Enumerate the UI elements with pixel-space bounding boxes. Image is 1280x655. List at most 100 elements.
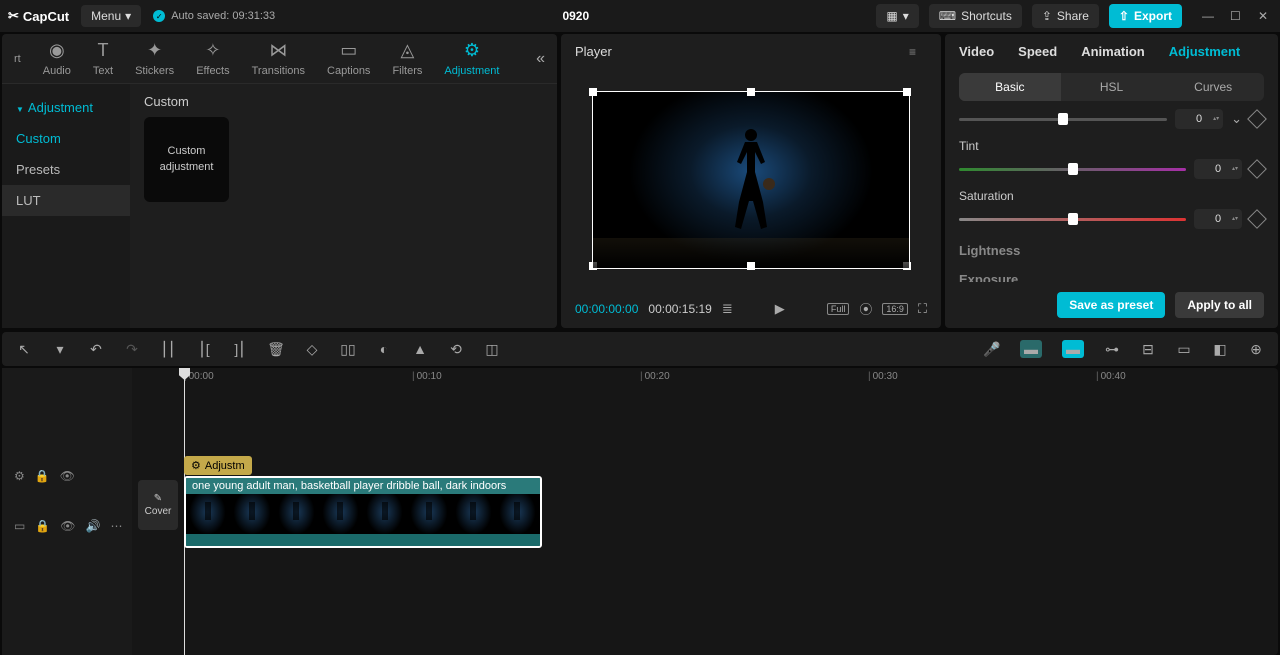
tab-adjustment-right[interactable]: Adjustment xyxy=(1169,44,1241,59)
collapse-icon[interactable]: « xyxy=(536,50,545,68)
stepper-icon[interactable]: ▴▾ xyxy=(1211,109,1221,129)
speaker-icon[interactable]: 🔊 xyxy=(86,519,101,533)
apply-all-button[interactable]: Apply to all xyxy=(1175,292,1264,318)
mic-icon[interactable]: 🎤 xyxy=(984,341,1000,357)
tab-transitions[interactable]: ⋈Transitions xyxy=(252,40,305,77)
share-button[interactable]: ⇪Share xyxy=(1032,4,1099,28)
timeline-toolbar: ↖ ▾ ↶ ↷ ⎮⎮ ⎮[ ]⎮ 🗑 ◇ ▯▯ ◐ ▲ ⟲ ◫ 🎤 ▬ ▬ ⊶ … xyxy=(2,332,1278,366)
tab-captions[interactable]: ▭Captions xyxy=(327,40,370,77)
chevron-down-icon[interactable]: ▾ xyxy=(52,341,68,357)
delete-icon[interactable]: 🗑 xyxy=(268,341,284,357)
slider-thumb[interactable] xyxy=(1068,163,1078,175)
num-top[interactable]: 0▴▾ xyxy=(1175,109,1223,129)
sidebar-item-adjustment[interactable]: ▼Adjustment xyxy=(2,92,130,123)
save-preset-button[interactable]: Save as preset xyxy=(1057,292,1165,318)
minimize-icon[interactable]: — xyxy=(1202,9,1216,23)
player-viewport[interactable] xyxy=(561,69,941,291)
chevron-down-icon[interactable]: ⌄ xyxy=(1231,111,1242,127)
stepper-icon[interactable]: ▴▾ xyxy=(1230,209,1240,229)
lock-icon[interactable]: 🔒 xyxy=(35,469,50,483)
eye-icon[interactable]: 👁 xyxy=(60,469,75,483)
preview-icon[interactable]: ▭ xyxy=(1176,341,1192,357)
export-button[interactable]: ⇧Export xyxy=(1109,4,1182,28)
num-saturation[interactable]: 0▴▾ xyxy=(1194,209,1242,229)
sidebar-item-custom[interactable]: Custom xyxy=(2,123,130,154)
num-tint[interactable]: 0▴▾ xyxy=(1194,159,1242,179)
sidebar-item-lut[interactable]: LUT xyxy=(2,185,130,216)
slider-top[interactable] xyxy=(959,118,1167,121)
logo-text: CapCut xyxy=(23,9,69,24)
subtab-hsl[interactable]: HSL xyxy=(1061,73,1163,101)
timeline-body[interactable]: 00:00 00:10 00:20 00:30 00:40 ⚙ Adjustm … xyxy=(132,368,1278,655)
undo-icon[interactable]: ↶ xyxy=(88,341,104,357)
subtab-basic[interactable]: Basic xyxy=(959,73,1061,101)
list-icon[interactable]: ≣ xyxy=(722,301,733,317)
video-clip[interactable]: one young adult man, basketball player d… xyxy=(184,476,542,548)
titlebar-right: ▦▾ ⌨Shortcuts ⇪Share ⇧Export — ☐ ✕ xyxy=(876,4,1272,28)
tab-speed[interactable]: Speed xyxy=(1018,44,1057,59)
slider-tint[interactable] xyxy=(959,168,1186,171)
crop-icon[interactable]: ◫ xyxy=(484,341,500,357)
video-frame[interactable] xyxy=(592,91,910,269)
marker-icon[interactable]: ◧ xyxy=(1212,341,1228,357)
link-track-icon[interactable]: ▬ xyxy=(1062,340,1084,358)
adjustment-clip[interactable]: ⚙ Adjustm xyxy=(184,456,252,475)
stepper-icon[interactable]: ▴▾ xyxy=(1230,159,1240,179)
tab-effects[interactable]: ✧Effects xyxy=(196,40,229,77)
cover-button[interactable]: ✎ Cover xyxy=(138,480,178,530)
split-right-icon[interactable]: ]⎮ xyxy=(232,341,248,357)
chevron-down-icon: ▾ xyxy=(903,9,909,23)
tab-rt[interactable]: rt xyxy=(14,53,21,65)
rotate-icon[interactable]: ⟲ xyxy=(448,341,464,357)
ratio-button[interactable]: 16:9 xyxy=(882,303,908,315)
magnet-icon[interactable]: ▬ xyxy=(1020,340,1042,358)
mirror-icon[interactable]: ▲ xyxy=(412,341,428,357)
maximize-icon[interactable]: ☐ xyxy=(1230,9,1244,23)
player-menu-icon[interactable]: ≡ xyxy=(909,45,927,59)
full-button[interactable]: Full xyxy=(827,303,850,315)
keyframe-icon[interactable] xyxy=(1247,209,1267,229)
zoom-add-icon[interactable]: ⊕ xyxy=(1248,341,1264,357)
freeze-icon[interactable]: ▯▯ xyxy=(340,341,356,357)
custom-adjustment-thumb[interactable]: Custom adjustment xyxy=(144,117,229,202)
slider-thumb[interactable] xyxy=(1068,213,1078,225)
focus-icon[interactable]: ⦿ xyxy=(859,299,872,318)
align-icon[interactable]: ⊟ xyxy=(1140,341,1156,357)
cursor-icon[interactable]: ↖ xyxy=(16,341,32,357)
keyframe-icon[interactable] xyxy=(1247,159,1267,179)
tab-video[interactable]: Video xyxy=(959,44,994,59)
cover-label: Cover xyxy=(145,506,172,517)
tab-adjustment[interactable]: ⚙Adjustment xyxy=(444,40,499,77)
tab-audio[interactable]: ◉Audio xyxy=(43,40,71,77)
tab-animation[interactable]: Animation xyxy=(1081,44,1145,59)
subtab-curves[interactable]: Curves xyxy=(1162,73,1264,101)
audio-label: Audio xyxy=(43,65,71,77)
saturation-label: Saturation xyxy=(959,189,1264,203)
slider-thumb[interactable] xyxy=(1058,113,1068,125)
split-icon[interactable]: ⎮⎮ xyxy=(160,341,176,357)
video-track-icon[interactable]: ▭ xyxy=(14,519,25,533)
lock-icon[interactable]: 🔒 xyxy=(35,519,50,533)
slider-saturation[interactable] xyxy=(959,218,1186,221)
close-icon[interactable]: ✕ xyxy=(1258,9,1272,23)
redo-icon[interactable]: ↷ xyxy=(124,341,140,357)
sidebar-item-presets[interactable]: Presets xyxy=(2,154,130,185)
shield-icon[interactable]: ◇ xyxy=(304,341,320,357)
sliders-icon[interactable]: ⚙ xyxy=(14,469,25,483)
tab-text[interactable]: TText xyxy=(93,40,113,77)
keyframe-icon[interactable] xyxy=(1247,109,1267,129)
speed-icon[interactable]: ◐ xyxy=(376,341,392,357)
tab-stickers[interactable]: ✦Stickers xyxy=(135,40,174,77)
shortcuts-button[interactable]: ⌨Shortcuts xyxy=(929,4,1022,28)
layout-button[interactable]: ▦▾ xyxy=(876,4,918,28)
eye-icon[interactable]: 👁 xyxy=(60,519,75,533)
fullscreen-icon[interactable]: ⛶ xyxy=(918,301,927,317)
split-left-icon[interactable]: ⎮[ xyxy=(196,341,212,357)
play-icon[interactable]: ▶ xyxy=(775,301,785,317)
link-icon[interactable]: ⊶ xyxy=(1104,341,1120,357)
adjustment-label: Adjustment xyxy=(444,65,499,77)
tab-filters[interactable]: ◬Filters xyxy=(392,40,422,77)
time-ruler[interactable]: 00:00 00:10 00:20 00:30 00:40 xyxy=(132,368,1278,390)
more-icon[interactable]: ⋯ xyxy=(110,519,122,533)
menu-button[interactable]: Menu ▾ xyxy=(81,5,141,27)
